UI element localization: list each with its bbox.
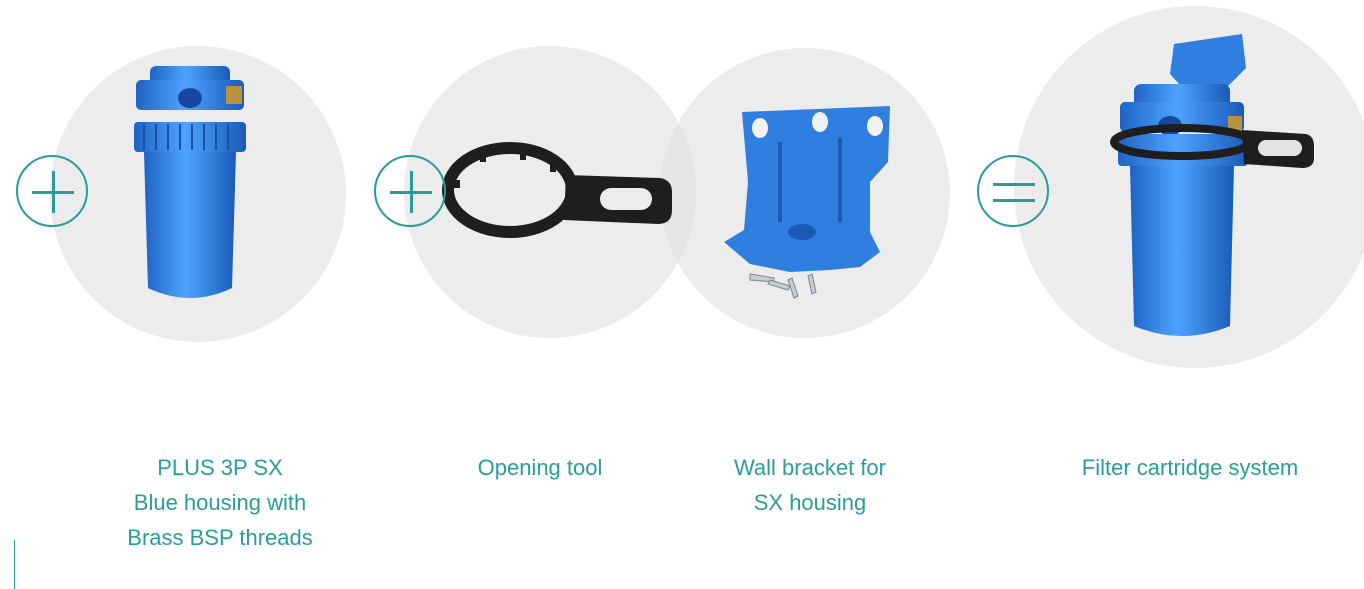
product-label-bracket: Wall bracket for SX housing — [733, 455, 886, 515]
product-label-tool: Opening tool — [477, 455, 603, 480]
product-label-system: Filter cartridge system — [1081, 455, 1299, 480]
plus-icon — [374, 155, 446, 227]
assembled-filter-system-image — [1110, 34, 1314, 336]
opening-tool-image — [442, 142, 672, 238]
product-label-housing: PLUS 3P SX Blue housing with Brass BSP t… — [127, 455, 313, 550]
blue-filter-housing-image — [134, 66, 246, 298]
wall-bracket-image — [724, 106, 890, 299]
plus-icon — [16, 155, 88, 227]
equals-icon — [977, 155, 1049, 227]
side-accent-line — [14, 540, 15, 589]
